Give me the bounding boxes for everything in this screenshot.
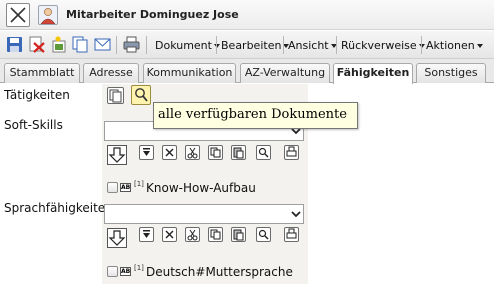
email-icon[interactable] xyxy=(94,36,111,53)
chevron-down-icon xyxy=(291,211,301,218)
soft-skills-label: Soft-Skills xyxy=(4,118,63,132)
arrow-down-icon xyxy=(108,230,126,246)
cut-button[interactable] xyxy=(185,227,200,242)
menu-label: Ansicht xyxy=(288,39,329,52)
paste-icon xyxy=(233,229,244,241)
menu-ansicht[interactable]: Ansicht xyxy=(288,39,337,52)
all-documents-button[interactable] xyxy=(131,85,151,105)
copy-icon xyxy=(210,147,221,158)
user-icon xyxy=(38,5,58,25)
toolbar: Dokument Bearbeiten Ansicht Rückverweise… xyxy=(0,31,494,59)
print-icon xyxy=(286,228,297,239)
documents-button[interactable] xyxy=(107,87,124,104)
title-bar: Mitarbeiter Dominguez Jose xyxy=(0,0,494,30)
know-how-link[interactable]: Know-How-Aufbau xyxy=(146,181,256,195)
scissors-icon xyxy=(187,147,198,159)
text-field-icon: AB xyxy=(120,267,131,276)
toolbar-separator xyxy=(146,36,147,54)
x-icon xyxy=(165,148,174,157)
toolbar-separator xyxy=(421,36,422,54)
scissors-icon xyxy=(187,229,198,241)
toolbar-separator xyxy=(216,36,217,54)
save-icon[interactable] xyxy=(6,36,23,53)
toolbar-separator xyxy=(336,36,337,54)
menu-label: Bearbeiten xyxy=(221,39,282,52)
move-down-button[interactable] xyxy=(107,228,127,248)
copy-button[interactable] xyxy=(208,145,223,160)
search-button[interactable] xyxy=(256,145,271,160)
new-document-icon[interactable] xyxy=(50,36,67,53)
sprachfaehigkeiten-label: Sprachfähigkeiten xyxy=(4,201,113,215)
taetigkeiten-label: Tätigkeiten xyxy=(4,88,70,102)
deutsch-link[interactable]: Deutsch#Muttersprache xyxy=(146,265,293,279)
search-button[interactable] xyxy=(256,227,271,242)
print-button[interactable] xyxy=(284,145,299,160)
menu-bearbeiten[interactable]: Bearbeiten xyxy=(221,39,290,52)
tab-bar: Stammblatt Adresse Kommunikation AZ-Verw… xyxy=(0,59,494,84)
text-field-icon: AB xyxy=(120,183,131,192)
print-button[interactable] xyxy=(284,227,299,242)
menu-label: Aktionen xyxy=(426,39,475,52)
paste-button[interactable] xyxy=(231,227,246,242)
tab-az-verwaltung[interactable]: AZ-Verwaltung xyxy=(240,63,330,83)
copy-icon[interactable] xyxy=(72,36,89,53)
tab-kommunikation[interactable]: Kommunikation xyxy=(143,63,236,83)
toolbar-separator xyxy=(116,36,117,54)
menu-dokument[interactable]: Dokument xyxy=(155,39,220,52)
copy-icon xyxy=(210,229,221,240)
arrow-down-icon xyxy=(108,147,126,163)
print-icon[interactable] xyxy=(123,36,140,53)
search-icon xyxy=(258,147,269,158)
close-icon xyxy=(10,7,26,23)
move-down-button[interactable] xyxy=(107,145,127,165)
toolbar-separator xyxy=(283,36,284,54)
menu-label: Dokument xyxy=(155,39,212,52)
paste-icon xyxy=(233,147,244,159)
know-how-checkbox[interactable] xyxy=(107,182,118,193)
close-button[interactable] xyxy=(6,3,30,27)
sprachfaehigkeiten-select[interactable] xyxy=(104,204,304,224)
move-top-icon xyxy=(143,230,150,238)
delete-icon[interactable] xyxy=(28,36,45,53)
remove-button[interactable] xyxy=(162,227,177,242)
tab-adresse[interactable]: Adresse xyxy=(83,63,139,83)
tab-stammblatt[interactable]: Stammblatt xyxy=(4,63,80,83)
copy-button[interactable] xyxy=(208,227,223,242)
menu-aktionen[interactable]: Aktionen xyxy=(426,39,483,52)
menu-rueckverweise[interactable]: Rückverweise xyxy=(341,39,425,52)
paste-button[interactable] xyxy=(231,145,246,160)
cut-button[interactable] xyxy=(185,145,200,160)
move-to-top-button[interactable] xyxy=(139,145,154,160)
tab-faehigkeiten[interactable]: Fähigkeiten xyxy=(333,63,413,84)
documents-icon xyxy=(109,89,122,103)
menu-label: Rückverweise xyxy=(341,39,417,52)
tooltip: alle verfügbaren Dokumente xyxy=(153,102,358,129)
item-marker: [1] xyxy=(134,264,144,272)
move-top-icon xyxy=(143,148,150,156)
window-title: Mitarbeiter Dominguez Jose xyxy=(66,8,239,21)
item-marker: [1] xyxy=(134,180,144,188)
tab-sonstiges[interactable]: Sonstiges xyxy=(416,63,486,83)
x-icon xyxy=(165,230,174,239)
move-to-top-button[interactable] xyxy=(139,227,154,242)
caret-down-icon xyxy=(476,44,483,48)
search-icon xyxy=(258,229,269,240)
magnifier-icon xyxy=(135,88,148,102)
deutsch-checkbox[interactable] xyxy=(107,266,118,277)
remove-button[interactable] xyxy=(162,145,177,160)
print-icon xyxy=(286,146,297,157)
